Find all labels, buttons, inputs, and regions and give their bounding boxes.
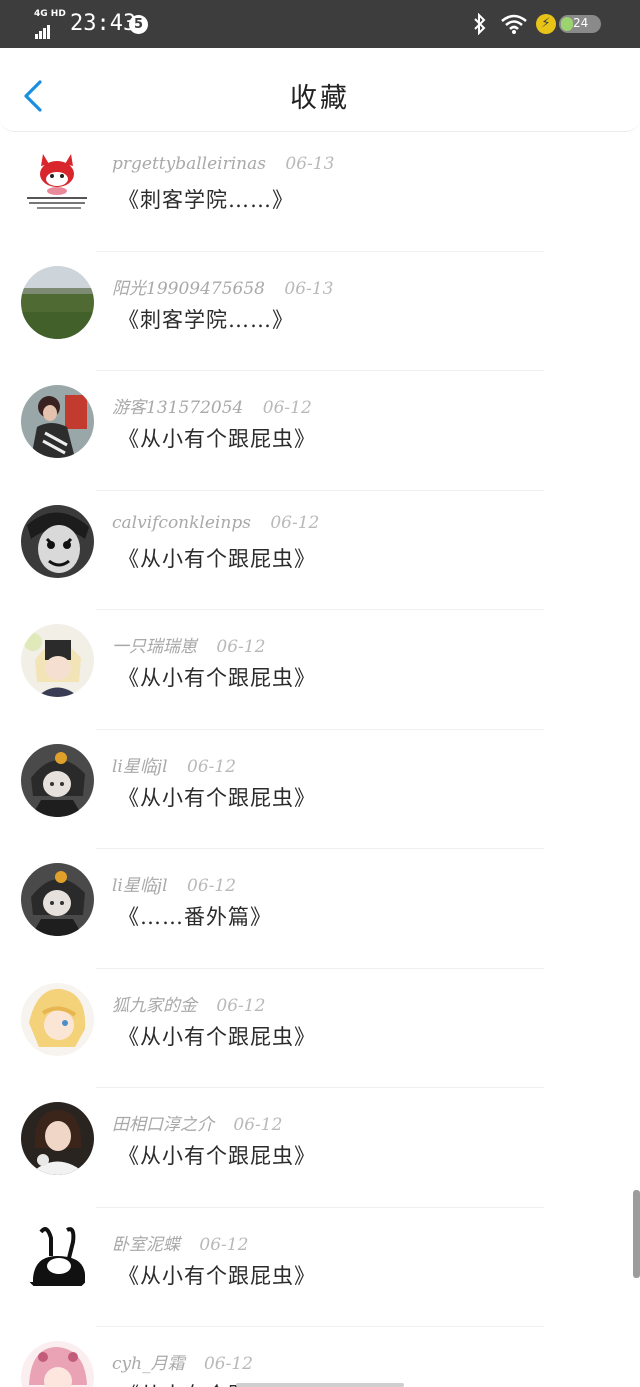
charging-icon: ⚡ [536, 14, 556, 34]
favorite-meta: 阳光19909475658 06-13 [112, 274, 333, 299]
book-title: 《从小有个跟屁虫》 [118, 666, 316, 690]
favorite-meta: prgettyballeirinas 06-13 [112, 154, 334, 174]
date: 06-12 [199, 1234, 249, 1255]
wifi-icon [500, 13, 528, 39]
book-title: 《从小有个跟屁虫》 [118, 1263, 316, 1288]
date: 06-12 [262, 398, 312, 418]
pink-hair-anime-avatar [21, 1341, 94, 1387]
favorite-meta: 游客131572054 06-12 [112, 393, 312, 418]
battery-icon: 24 [559, 15, 601, 33]
favorite-meta: calvifconkleinps 06-12 [112, 513, 319, 533]
date: 06-12 [233, 1115, 283, 1135]
book-title: 《从小有个跟屁虫》 [118, 1024, 316, 1049]
list-item[interactable]: 一只瑞瑞崽 06-12 《从小有个跟屁虫》 [0, 610, 640, 730]
clown-face-avatar [21, 504, 94, 578]
book-title: 《从小有个跟屁虫》 [118, 427, 316, 451]
username: 游客131572054 [112, 398, 244, 418]
favorite-meta: li星临jl 06-12 [112, 871, 236, 896]
book-title: 《刺客学院……》 [118, 307, 294, 332]
username: 卧室泥蝶 [112, 1234, 180, 1255]
red-fox-cartoon-avatar [21, 146, 94, 219]
clock: 23:43 [70, 11, 137, 36]
anime-girl-avatar [21, 624, 94, 697]
status-bar: 4G HD 23:43 5 ⚡ 24 [0, 0, 640, 48]
black-white-rabbit-avatar [21, 1221, 94, 1295]
favorite-meta: cyh_月霜 06-12 [112, 1349, 253, 1374]
favorite-meta: 卧室泥蝶 06-12 [112, 1230, 248, 1255]
book-title: 《……番外篇》 [118, 905, 272, 929]
date: 06-12 [187, 876, 237, 896]
list-item[interactable]: 狐九家的金 06-12 《从小有个跟屁虫》 [0, 969, 640, 1088]
battery-level: 24 [573, 16, 589, 30]
list-item[interactable]: 游客131572054 06-12 《从小有个跟屁虫》 [0, 371, 640, 491]
list-item[interactable]: 田相口淳之介 06-12 《从小有个跟屁虫》 [0, 1088, 640, 1208]
book-title: 《从小有个跟屁虫》 [118, 1144, 316, 1168]
list-item[interactable]: 阳光19909475658 06-13 《刺客学院……》 [0, 252, 640, 371]
book-title: 《刺客学院……》 [118, 188, 294, 212]
book-title: 《从小有个跟屁虫》 [118, 785, 316, 810]
username: cyh_月霜 [112, 1354, 185, 1374]
date: 06-13 [285, 154, 335, 174]
bluetooth-icon [472, 12, 488, 39]
favorite-meta: 狐九家的金 06-12 [112, 991, 265, 1016]
username: prgettyballeirinas [112, 154, 266, 174]
list-item[interactable]: calvifconkleinps 06-12 《从小有个跟屁虫》 [0, 491, 640, 610]
date: 06-13 [284, 278, 334, 299]
date: 06-12 [216, 637, 266, 657]
date: 06-12 [187, 756, 237, 777]
list-item[interactable]: cyh_月霜 06-12 《从小有个跟屁虫》 [0, 1327, 640, 1387]
favorite-meta: li星临jl 06-12 [112, 752, 236, 777]
username: li星临jl [112, 876, 168, 896]
book-title: 《从小有个跟屁虫》 [118, 546, 316, 571]
username: 狐九家的金 [112, 995, 197, 1016]
page-title: 收藏 [290, 83, 350, 114]
list-item[interactable]: 卧室泥蝶 06-12 《从小有个跟屁虫》 [0, 1208, 640, 1327]
header: 收藏 [0, 48, 640, 132]
girl-photo-avatar [21, 1102, 94, 1175]
username: calvifconkleinps [112, 512, 251, 533]
list-item[interactable]: li星临jl 06-12 《从小有个跟屁虫》 [0, 730, 640, 849]
date: 06-12 [270, 512, 320, 533]
home-indicator[interactable] [236, 1383, 404, 1387]
date: 06-12 [216, 995, 266, 1016]
username: li星临jl [112, 756, 168, 777]
anime-character-avatar [21, 743, 94, 817]
date: 06-12 [203, 1354, 253, 1374]
favorites-list: prgettyballeirinas 06-13 《刺客学院……》 阳光1990… [0, 132, 640, 1387]
person-photo-avatar [21, 385, 94, 458]
blonde-anime-avatar [21, 982, 94, 1056]
anime-character-avatar [21, 863, 94, 936]
scrollbar-thumb[interactable] [633, 1190, 640, 1278]
favorite-meta: 田相口淳之介 06-12 [112, 1110, 282, 1135]
favorite-meta: 一只瑞瑞崽 06-12 [112, 632, 265, 657]
network-type: 4G HD [34, 9, 66, 19]
signal-icon [35, 20, 51, 39]
username: 田相口淳之介 [112, 1115, 214, 1135]
username: 一只瑞瑞崽 [112, 637, 197, 657]
list-item[interactable]: prgettyballeirinas 06-13 《刺客学院……》 [0, 132, 640, 252]
notification-count-badge: 5 [129, 15, 148, 34]
list-item[interactable]: li星临jl 06-12 《……番外篇》 [0, 849, 640, 969]
grassland-landscape-avatar [21, 265, 94, 339]
username: 阳光19909475658 [112, 278, 265, 299]
